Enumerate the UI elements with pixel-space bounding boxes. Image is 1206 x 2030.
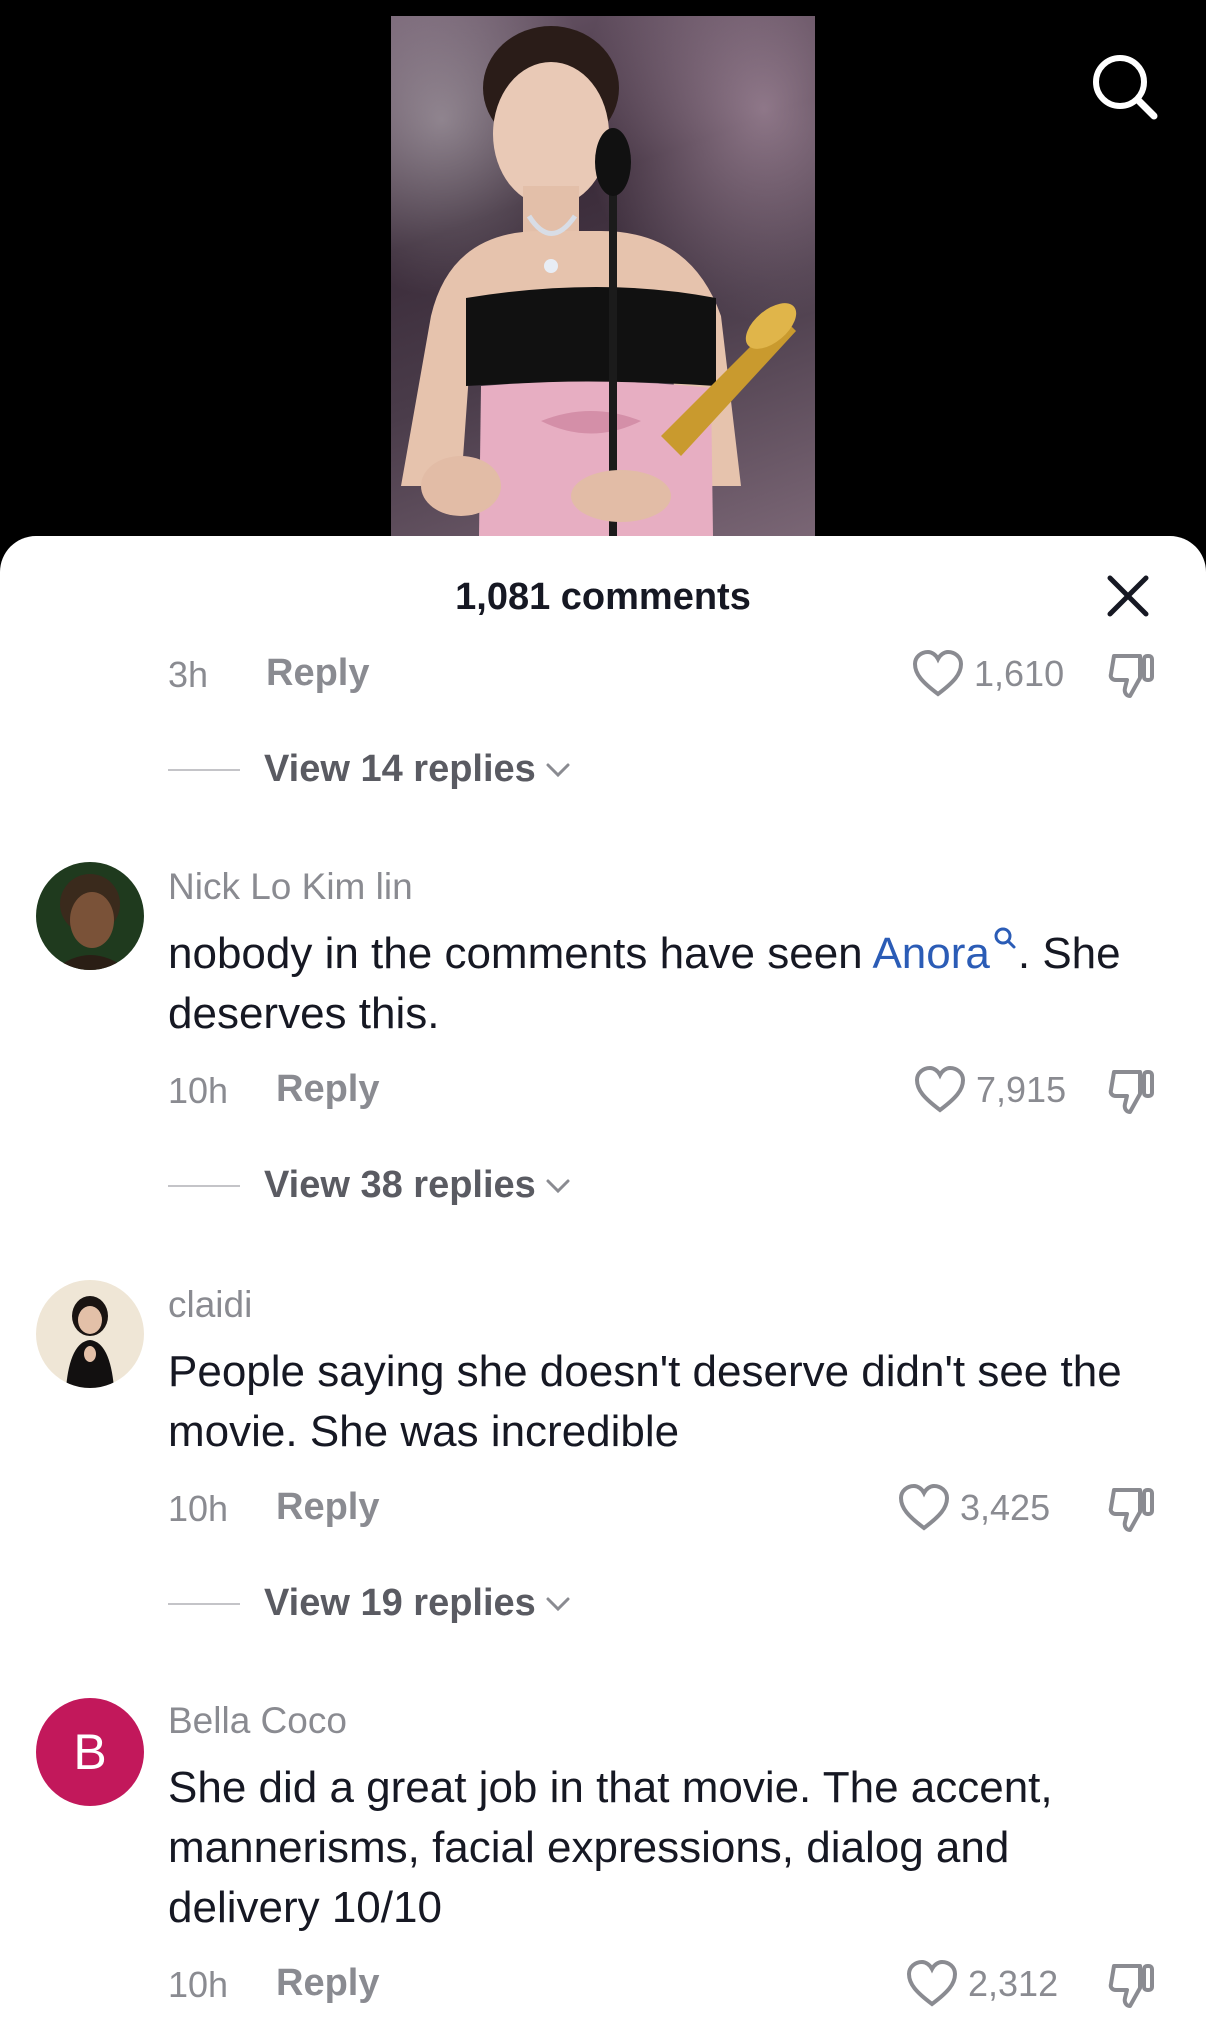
close-icon [1107, 575, 1149, 617]
chevron-down-icon [546, 1179, 570, 1193]
view-replies-button[interactable]: View 38 replies [168, 1164, 572, 1207]
like-count: 3,425 [960, 1487, 1051, 1528]
view-replies-label: View 14 replies [264, 748, 536, 790]
video-scene-illustration [401, 26, 797, 536]
dislike-button[interactable] [1106, 650, 1158, 702]
divider-line [168, 1602, 240, 1605]
comment-timestamp: 3h [168, 654, 209, 695]
like-button[interactable]: 2,312 [906, 1960, 1058, 2008]
heart-icon [906, 1960, 958, 2007]
view-replies-label: View 38 replies [264, 1164, 536, 1206]
heart-icon [912, 650, 964, 697]
comment-text: She did a great job in that movie. The a… [168, 1763, 1053, 1932]
dislike-icon [1108, 1070, 1154, 1114]
search-button[interactable] [1084, 48, 1164, 128]
view-replies-button[interactable]: View 19 replies [168, 1582, 572, 1625]
heart-icon [898, 1484, 950, 1531]
view-replies-label: View 19 replies [264, 1582, 536, 1624]
avatar[interactable]: B [36, 1698, 144, 1806]
heart-icon [914, 1066, 966, 1113]
comment-username[interactable]: claidi [168, 1284, 252, 1326]
search-suggestion-link[interactable]: Anora [872, 927, 1017, 978]
avatar-photo [36, 1280, 144, 1388]
dislike-icon [1108, 654, 1154, 698]
divider-line [168, 768, 240, 771]
dislike-icon [1108, 1964, 1154, 2008]
divider-line [168, 1184, 240, 1187]
comment-timestamp: 10h [168, 1964, 229, 2005]
close-comments-button[interactable] [1104, 572, 1152, 620]
view-replies-button[interactable]: View 14 replies [168, 748, 572, 791]
like-button[interactable]: 7,915 [914, 1066, 1066, 1114]
dislike-icon [1108, 1488, 1154, 1532]
like-count: 2,312 [968, 1963, 1059, 2004]
dislike-button[interactable] [1106, 1960, 1158, 2012]
dislike-button[interactable] [1106, 1066, 1158, 1118]
search-icon [1093, 55, 1158, 120]
like-count: 7,915 [976, 1069, 1067, 1110]
like-button[interactable]: 1,610 [912, 650, 1064, 698]
like-count: 1,610 [974, 653, 1065, 694]
comments-sheet: 1,081 comments 3h Reply 1,610 View 14 re… [0, 536, 1206, 2030]
reply-button[interactable]: Reply [276, 1962, 379, 2005]
like-button[interactable]: 3,425 [898, 1484, 1050, 1532]
avatar[interactable] [36, 862, 144, 970]
avatar-initial: B [73, 1724, 107, 1780]
comment-username[interactable]: Nick Lo Kim lin [168, 866, 413, 908]
video-thumbnail[interactable] [391, 16, 815, 536]
comment-text: People saying she doesn't deserve didn't… [168, 1347, 1122, 1456]
comment-timestamp: 10h [168, 1070, 229, 1111]
comment-text-part: nobody in the comments have seen [168, 929, 873, 978]
avatar-photo [36, 862, 144, 970]
reply-button[interactable]: Reply [266, 652, 369, 695]
search-suggestion-label: Anora [872, 929, 990, 978]
chevron-down-icon [546, 1597, 570, 1611]
chevron-down-icon [546, 763, 570, 777]
comments-count-title: 1,081 comments [455, 576, 751, 618]
mention-search-icon [994, 927, 1016, 949]
comment-text: nobody in the comments have seen Anora. … [168, 924, 1158, 1044]
reply-button[interactable]: Reply [276, 1486, 379, 1529]
comment-timestamp: 10h [168, 1488, 229, 1529]
dislike-button[interactable] [1106, 1484, 1158, 1536]
reply-button[interactable]: Reply [276, 1068, 379, 1111]
avatar[interactable] [36, 1280, 144, 1388]
video-player[interactable] [0, 0, 1206, 560]
comment-username[interactable]: Bella Coco [168, 1700, 347, 1742]
